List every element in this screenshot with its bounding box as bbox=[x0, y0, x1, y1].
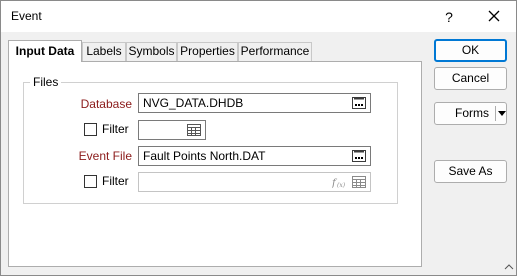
svg-text:(x): (x) bbox=[337, 182, 346, 188]
function-fx-icon: f (x) bbox=[332, 178, 346, 188]
tab-input-data[interactable]: Input Data bbox=[8, 40, 82, 62]
database-value: NVG_DATA.DHDB bbox=[143, 96, 244, 110]
filter1-label: Filter bbox=[102, 122, 129, 136]
database-label: Database bbox=[80, 97, 132, 111]
event-dialog: Event ? Input Data Labels Symbols Proper… bbox=[0, 0, 517, 276]
resize-grip-icon[interactable] bbox=[504, 261, 514, 271]
title-bar: Event ? bbox=[1, 1, 516, 32]
filter1-picker-button[interactable] bbox=[187, 124, 201, 136]
database-browse-button[interactable] bbox=[352, 97, 366, 109]
tab-labels[interactable]: Labels bbox=[82, 42, 126, 61]
cancel-button[interactable]: Cancel bbox=[434, 67, 507, 90]
filter2-function-button[interactable]: f (x) bbox=[332, 176, 348, 188]
filter1-field[interactable] bbox=[138, 120, 206, 140]
ok-button[interactable]: OK bbox=[434, 39, 507, 62]
close-button[interactable] bbox=[479, 5, 509, 29]
ellipsis-browse-icon bbox=[352, 150, 366, 162]
list-picker-icon bbox=[187, 124, 201, 136]
save-as-button[interactable]: Save As bbox=[434, 160, 507, 183]
event-file-value: Fault Points North.DAT bbox=[143, 149, 266, 163]
tab-properties[interactable]: Properties bbox=[177, 42, 238, 61]
help-button[interactable]: ? bbox=[435, 5, 463, 29]
tab-symbols[interactable]: Symbols bbox=[126, 42, 177, 61]
forms-label: Forms bbox=[455, 106, 489, 120]
filter2-label: Filter bbox=[102, 174, 129, 188]
event-file-field[interactable]: Fault Points North.DAT bbox=[138, 146, 371, 166]
database-field[interactable]: NVG_DATA.DHDB bbox=[138, 93, 371, 113]
filter2-picker-button[interactable] bbox=[352, 176, 366, 188]
event-file-browse-button[interactable] bbox=[352, 150, 366, 162]
input-data-panel: Files Database NVG_DATA.DHDB Filter Even… bbox=[8, 61, 422, 267]
forms-button[interactable]: Forms bbox=[434, 102, 507, 125]
files-group-title: Files bbox=[30, 75, 62, 89]
ellipsis-browse-icon bbox=[352, 97, 366, 109]
list-picker-icon bbox=[352, 176, 366, 188]
tab-performance[interactable]: Performance bbox=[238, 42, 312, 61]
close-icon bbox=[488, 10, 500, 22]
filter2-checkbox[interactable] bbox=[84, 175, 97, 188]
dropdown-arrow-icon[interactable] bbox=[498, 111, 506, 116]
event-file-label: Event File bbox=[78, 149, 132, 163]
window-title: Event bbox=[11, 9, 42, 23]
filter2-field[interactable]: f (x) bbox=[138, 172, 371, 192]
filter1-checkbox[interactable] bbox=[84, 123, 97, 136]
forms-separator bbox=[495, 106, 496, 121]
